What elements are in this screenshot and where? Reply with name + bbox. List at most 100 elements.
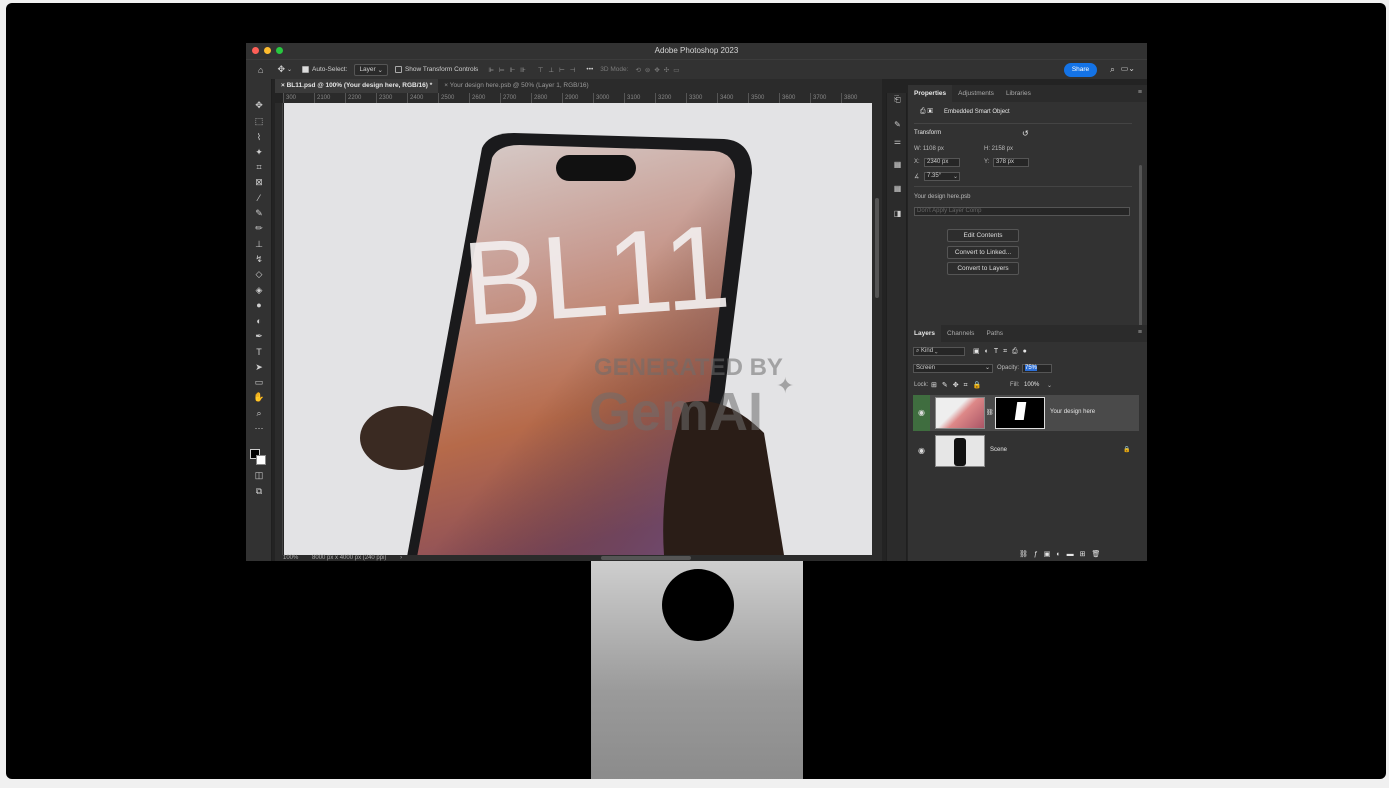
properties-tabs: Properties Adjustments Libraries ≡ — [908, 85, 1147, 102]
reset-transform-icon[interactable]: ↺ — [1022, 129, 1029, 138]
magic-wand-icon[interactable]: ✦ — [252, 146, 266, 158]
path-selection-icon[interactable]: ➤ — [252, 361, 266, 373]
pen-tool-icon[interactable]: ✒ — [252, 330, 266, 342]
scrollbar-thumb[interactable] — [875, 198, 879, 298]
background-color-swatch[interactable] — [256, 455, 266, 465]
history-brush-icon[interactable]: ↯ — [252, 253, 266, 265]
move-tool-icon[interactable]: ✥ ⌄ — [277, 64, 292, 75]
move-tool-icon[interactable]: ✥ — [252, 99, 266, 111]
3d-mode-icons[interactable]: ⟲⊚✥✣▭ — [635, 66, 683, 74]
auto-select-dropdown[interactable]: Layer ⌄ — [354, 63, 388, 76]
tab-properties[interactable]: Properties — [908, 85, 953, 102]
hand-tool-icon[interactable]: ✋ — [252, 391, 266, 403]
convert-to-layers-button[interactable]: Convert to Layers — [947, 262, 1019, 275]
edit-contents-button[interactable]: Edit Contents — [947, 229, 1019, 242]
layer-row-scene[interactable]: ◉ Scene 🔒 — [913, 433, 1139, 469]
screen-mode-icon[interactable]: ⧉ — [252, 485, 266, 497]
y-field[interactable]: 378 px — [993, 158, 1029, 167]
convert-to-linked-button[interactable]: Convert to Linked... — [947, 246, 1019, 259]
more-options-icon[interactable]: ••• — [586, 66, 593, 73]
tab-libraries[interactable]: Libraries — [1000, 85, 1037, 102]
tab-paths[interactable]: Paths — [980, 325, 1009, 342]
layer-mask-thumbnail[interactable] — [995, 397, 1045, 429]
show-transform-checkbox[interactable]: Show Transform Controls — [394, 66, 478, 73]
workspace-icon[interactable]: ▭⌄ — [1121, 64, 1135, 73]
layer-filter-icons[interactable]: ▣◐T⌗⎙● — [973, 347, 1032, 356]
healing-brush-icon[interactable]: ✎ — [252, 207, 266, 219]
ruler-tick-label: 3700 — [810, 93, 841, 103]
quick-mask-icon[interactable]: ◫ — [252, 469, 266, 481]
layer-comp-select[interactable]: Don't Apply Layer Comp — [914, 207, 1130, 216]
ruler-tick-label: 3300 — [686, 93, 717, 103]
share-button[interactable]: Share — [1064, 63, 1097, 77]
stamp-tool-icon[interactable]: ⊥ — [252, 238, 266, 250]
fill-value[interactable]: 100% — [1024, 382, 1039, 388]
visibility-eye-icon[interactable]: ◉ — [913, 433, 930, 469]
lasso-tool-icon[interactable]: ⌇ — [252, 131, 266, 143]
dodge-tool-icon[interactable]: ◐ — [252, 315, 266, 327]
visibility-eye-icon[interactable]: ◉ — [913, 395, 930, 431]
brush-settings-icon[interactable]: ✎ — [892, 120, 903, 130]
auto-select-value: Layer — [359, 66, 376, 73]
status-chevron-icon[interactable]: › — [400, 555, 402, 561]
ruler-tick-label: 2600 — [469, 93, 500, 103]
brush-tool-icon[interactable]: ✏ — [252, 222, 266, 234]
ruler-tick-label: 2500 — [438, 93, 469, 103]
maximize-window-button[interactable] — [276, 47, 283, 54]
angle-dropdown-icon[interactable]: ⌄ — [953, 173, 958, 180]
blend-mode-select[interactable]: Screen ⌄ — [913, 364, 993, 373]
type-tool-icon[interactable]: T — [252, 346, 266, 358]
layer-name[interactable]: Your design here — [1050, 409, 1095, 415]
patterns-icon[interactable]: ▦ — [892, 184, 903, 194]
vertical-scrollbar[interactable] — [872, 103, 882, 555]
adjustments-icon[interactable]: ⚌ — [892, 137, 903, 147]
x-label: X: — [914, 159, 920, 165]
ruler-tick-label: 2400 — [407, 93, 438, 103]
title-bar: Adobe Photoshop 2023 — [246, 43, 1147, 59]
crop-tool-icon[interactable]: ⌗ — [252, 161, 266, 173]
layer-row-your-design[interactable]: ◉ ⛓ Your design here — [913, 395, 1139, 431]
zoom-tool-icon[interactable]: ⌕ — [252, 407, 266, 419]
tab-layers[interactable]: Layers — [908, 325, 941, 342]
tab-your-design[interactable]: × Your design here.psb @ 50% (Layer 1, R… — [438, 79, 594, 93]
blur-tool-icon[interactable]: ● — [252, 299, 266, 311]
eyedropper-icon[interactable]: ⁄ — [252, 192, 266, 204]
document-canvas[interactable]: BL11 GENERATED BY GemAI ✦ — [284, 103, 872, 555]
properties-scrollbar[interactable] — [1139, 165, 1142, 335]
layers-menu-icon[interactable]: ≡ — [1138, 329, 1142, 336]
fill-dropdown-icon[interactable]: ⌄ — [1047, 382, 1052, 389]
rectangle-tool-icon[interactable]: ▭ — [252, 376, 266, 388]
align-icons[interactable]: ⊫⊨⊩⊪ ⊤⊥⊢⊣ — [488, 66, 580, 74]
layer-footer-icons[interactable]: ⛓ƒ▣◐▬⊞🗑 — [1019, 550, 1106, 558]
marquee-tool-icon[interactable]: ⬚ — [252, 115, 266, 127]
history-panel-icon[interactable]: ⎗ — [892, 95, 903, 105]
eraser-icon[interactable]: ◇ — [252, 268, 266, 280]
panel-menu-icon[interactable]: ≡ — [1138, 89, 1142, 96]
zoom-level[interactable]: 100% — [283, 555, 298, 561]
layer-name[interactable]: Scene — [990, 447, 1007, 453]
close-window-button[interactable] — [252, 47, 259, 54]
swatches-icon[interactable]: ▦ — [892, 160, 903, 170]
w-value[interactable]: 1108 px — [923, 146, 944, 152]
minimize-window-button[interactable] — [264, 47, 271, 54]
ruler-tick-label: 2700 — [500, 93, 531, 103]
watermark-line2: GemAI — [589, 382, 763, 442]
lock-icons[interactable]: ⊞✎✥⌗🔒 — [931, 381, 986, 390]
layer-thumbnail — [935, 435, 985, 467]
search-icon[interactable]: ⌕ — [1110, 64, 1115, 75]
horizontal-scrollbar[interactable] — [601, 556, 691, 560]
opacity-field[interactable]: 75% — [1022, 364, 1052, 373]
x-field[interactable]: 2340 px — [924, 158, 960, 167]
layer-kind-filter[interactable]: ⌕ Kind ⌄ — [913, 347, 965, 356]
paint-bucket-icon[interactable]: ◈ — [252, 284, 266, 296]
more-tools-icon[interactable]: ⋯ — [252, 422, 266, 434]
tab-bl11[interactable]: × BL11.psd @ 100% (Your design here, RGB… — [275, 79, 439, 93]
tab-channels[interactable]: Channels — [941, 325, 980, 342]
h-value[interactable]: 2158 px — [992, 146, 1013, 152]
home-icon[interactable]: ⌂ — [258, 65, 263, 75]
auto-select-checkbox[interactable]: Auto-Select: — [302, 66, 347, 73]
document-info[interactable]: 8000 px x 4000 px (240 ppi) — [312, 555, 386, 561]
gradients-icon[interactable]: ◨ — [892, 209, 903, 219]
frame-tool-icon[interactable]: ⊠ — [252, 176, 266, 188]
tab-adjustments[interactable]: Adjustments — [952, 85, 1000, 102]
